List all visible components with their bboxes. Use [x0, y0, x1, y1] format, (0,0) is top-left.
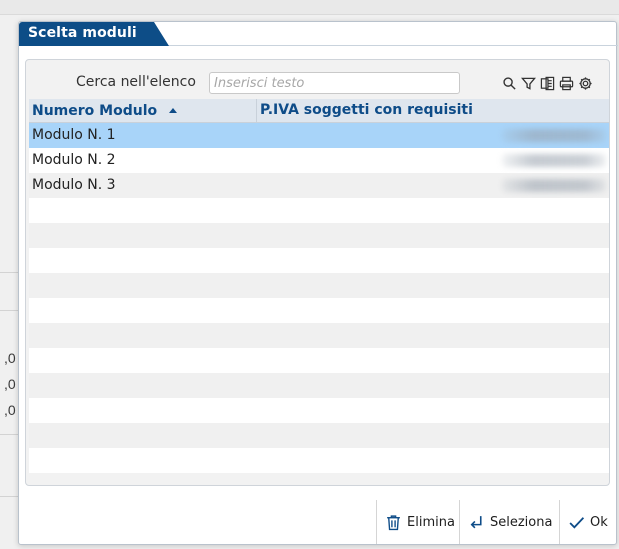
- table-row-empty: [29, 273, 609, 298]
- background-value-fragment: ,0: [4, 376, 16, 392]
- dialog-button-bar: Elimina Seleziona Ok: [19, 500, 618, 544]
- print-icon[interactable]: [558, 75, 574, 91]
- settings-icon[interactable]: [577, 75, 593, 91]
- redacted-value: [502, 129, 606, 142]
- table-row-empty: [29, 448, 609, 473]
- table-row[interactable]: Modulo N. 2: [29, 148, 609, 173]
- background-header-band: [0, 0, 619, 15]
- column-header-piva[interactable]: P.IVA soggetti con requisiti: [257, 99, 609, 122]
- elimina-button[interactable]: Elimina: [376, 500, 459, 544]
- table-row-empty: [29, 323, 609, 348]
- search-label: Cerca nell'elenco: [76, 74, 196, 90]
- redacted-value: [502, 154, 606, 167]
- table-row-empty: [29, 248, 609, 273]
- column-header-label: Numero Modulo: [32, 102, 158, 119]
- table-row-empty: [29, 198, 609, 223]
- background-value-fragment: ,0: [4, 350, 16, 366]
- table-row-empty: [29, 298, 609, 323]
- table-body: Modulo N. 1 Modulo N. 2 Modulo N. 3: [29, 123, 609, 473]
- table-row-empty: [29, 373, 609, 398]
- scelta-moduli-dialog: Scelta moduli Cerca nell'elenco Inserisc…: [18, 21, 618, 545]
- filter-icon[interactable]: [520, 75, 536, 91]
- trash-icon: [387, 514, 400, 530]
- background-value-fragment: ,0: [4, 402, 16, 418]
- table-row-empty: [29, 398, 609, 423]
- ok-button[interactable]: Ok: [559, 500, 618, 544]
- seleziona-label: Seleziona: [490, 514, 553, 530]
- table-header: Numero Modulo P.IVA soggetti con requisi…: [29, 99, 609, 123]
- sort-ascending-icon: [169, 108, 178, 113]
- numero-modulo-cell: Modulo N. 2: [32, 152, 116, 168]
- list-panel: Cerca nell'elenco Inserisci testo Numero…: [25, 59, 610, 486]
- check-icon: [569, 516, 585, 529]
- numero-modulo-cell: Modulo N. 3: [32, 177, 116, 193]
- piva-cell: [257, 173, 609, 198]
- ok-label: Ok: [590, 514, 608, 530]
- list-toolbar: [501, 75, 593, 93]
- column-header-label: P.IVA soggetti con requisiti: [260, 102, 473, 118]
- column-header-numero-modulo[interactable]: Numero Modulo: [29, 99, 257, 122]
- table-row-empty: [29, 423, 609, 448]
- seleziona-button[interactable]: Seleziona: [459, 500, 559, 544]
- export-icon[interactable]: [539, 75, 555, 91]
- numero-modulo-cell: Modulo N. 1: [32, 127, 116, 143]
- table-row-empty: [29, 223, 609, 248]
- table-row[interactable]: Modulo N. 1: [29, 123, 609, 148]
- search-icon[interactable]: [501, 75, 517, 91]
- table-row[interactable]: Modulo N. 3: [29, 173, 609, 198]
- piva-cell: [257, 148, 609, 173]
- search-input[interactable]: [209, 72, 460, 94]
- dialog-title: Scelta moduli: [28, 25, 137, 41]
- enter-arrow-icon: [470, 515, 482, 528]
- redacted-value: [502, 179, 606, 192]
- table-row-empty: [29, 348, 609, 373]
- elimina-label: Elimina: [407, 514, 455, 530]
- piva-cell: [257, 123, 609, 148]
